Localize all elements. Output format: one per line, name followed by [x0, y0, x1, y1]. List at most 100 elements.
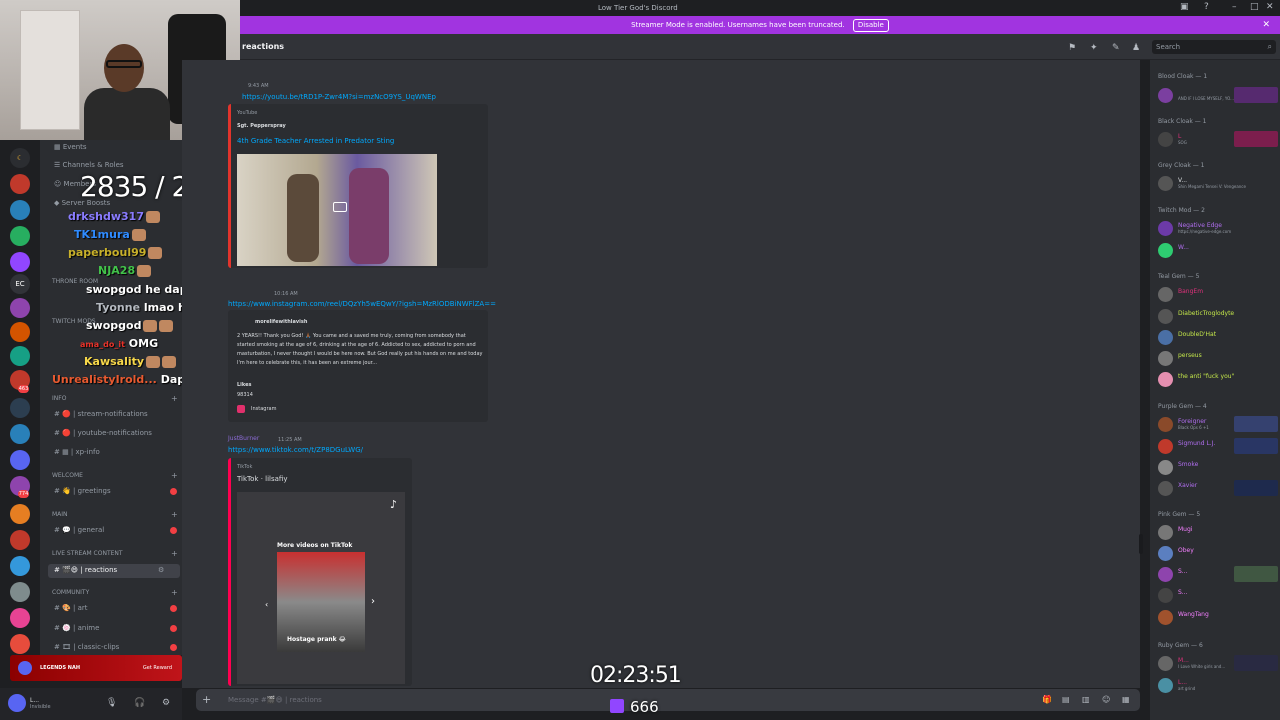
channel-reactions[interactable]: # 🎬😄 | reactions: [54, 566, 117, 574]
add-channel-icon[interactable]: +: [171, 471, 178, 480]
promo-banner[interactable]: LEGENDS NAH Get Reward: [10, 655, 182, 681]
message-link[interactable]: https://www.instagram.com/reel/DQzYh5wEQ…: [228, 300, 496, 308]
server-icon[interactable]: [10, 346, 30, 366]
server-icon[interactable]: [10, 398, 30, 418]
inbox-icon[interactable]: ▣: [1180, 2, 1189, 12]
channel-greetings[interactable]: # 👋 | greetings: [54, 487, 111, 495]
member-row[interactable]: Foreigner Black Ops 6 +1: [1154, 414, 1278, 434]
server-icon[interactable]: EC: [10, 274, 30, 294]
member-row[interactable]: M... I Love White girls and...: [1154, 653, 1278, 673]
add-channel-icon[interactable]: +: [171, 510, 178, 519]
add-channel-icon[interactable]: +: [171, 549, 178, 558]
play-icon[interactable]: [333, 202, 347, 212]
microphone-icon[interactable]: 🎙: [106, 698, 117, 708]
server-icon[interactable]: [10, 226, 30, 246]
disable-streamer-mode-button[interactable]: Disable: [852, 19, 889, 32]
server-icon[interactable]: [10, 556, 30, 576]
server-icon[interactable]: [10, 298, 30, 318]
server-icon[interactable]: [10, 252, 30, 272]
category-info[interactable]: INFO: [52, 395, 66, 402]
member-row[interactable]: L SOG: [1154, 129, 1278, 149]
notification-icon[interactable]: ✦: [1090, 43, 1098, 53]
get-reward-button[interactable]: Get Reward: [143, 665, 172, 671]
member-row[interactable]: AND IF I LOSE MYSELF, YO...: [1154, 85, 1278, 105]
add-channel-icon[interactable]: +: [171, 588, 178, 597]
server-icon[interactable]: ☾: [10, 148, 30, 168]
message-link[interactable]: https://youtu.be/tRD1P-Zwr4M?si=mzNcO9YS…: [242, 93, 436, 101]
embed-author[interactable]: morelifewithlavish: [255, 319, 307, 325]
close-window-icon[interactable]: ✕: [1266, 2, 1274, 12]
add-attachment-icon[interactable]: +: [202, 693, 211, 706]
search-input[interactable]: Search ⌕: [1152, 40, 1276, 54]
member-row[interactable]: Negative Edge https://negative-edge.com: [1154, 218, 1278, 238]
member-row[interactable]: Xavier: [1154, 478, 1278, 498]
threads-icon[interactable]: ⚑: [1068, 43, 1076, 53]
channel-anime[interactable]: # 🍥 | anime: [54, 624, 99, 632]
pin-icon[interactable]: ✎: [1112, 43, 1120, 53]
message-composer[interactable]: + Message #🎬😄 | reactions 🎁 ▤ ▥ ☺ ▦: [196, 689, 1140, 711]
member-row[interactable]: BangEm: [1154, 284, 1278, 304]
channel-classic-clips[interactable]: # 🎞 | classic-clips: [54, 643, 119, 651]
server-icon[interactable]: [10, 608, 30, 628]
server-icon[interactable]: [10, 200, 30, 220]
settings-gear-icon[interactable]: ⚙: [162, 698, 170, 708]
member-row[interactable]: WangTang: [1154, 607, 1278, 627]
embed-title[interactable]: 4th Grade Teacher Arrested in Predator S…: [237, 137, 394, 145]
category-live-stream-content[interactable]: LIVE STREAM CONTENT: [52, 550, 123, 557]
server-icon[interactable]: [10, 504, 30, 524]
member-row[interactable]: S...: [1154, 564, 1278, 584]
channel-general[interactable]: # 💬 | general: [54, 526, 104, 534]
member-row[interactable]: W...: [1154, 240, 1278, 260]
server-icon[interactable]: [10, 322, 30, 342]
channel-stream-notifications[interactable]: # 🔴 | stream-notifications: [54, 410, 148, 418]
minimize-icon[interactable]: –: [1232, 2, 1237, 12]
help-icon[interactable]: ?: [1204, 2, 1209, 12]
maximize-icon[interactable]: □: [1250, 2, 1259, 12]
video-thumbnail[interactable]: [237, 154, 437, 266]
member-row[interactable]: S...: [1154, 585, 1278, 605]
server-icon[interactable]: [10, 634, 30, 654]
category-community[interactable]: COMMUNITY: [52, 589, 89, 596]
chat-scrollbar[interactable]: [1139, 534, 1143, 554]
channel-settings-icon[interactable]: ⚙: [158, 566, 164, 574]
member-list-icon[interactable]: ♟: [1132, 43, 1140, 53]
member-row[interactable]: Mugi: [1154, 522, 1278, 542]
emoji-icon[interactable]: ☺: [1102, 695, 1110, 704]
gift-icon[interactable]: 🎁: [1042, 695, 1052, 704]
gif-icon[interactable]: ▤: [1062, 695, 1070, 704]
server-icon[interactable]: [10, 450, 30, 470]
previous-arrow-icon[interactable]: ‹: [265, 600, 268, 609]
server-icon[interactable]: [10, 424, 30, 444]
category-welcome[interactable]: WELCOME: [52, 472, 83, 479]
server-icon[interactable]: [10, 582, 30, 602]
member-row[interactable]: DiabeticTroglodyte: [1154, 306, 1278, 326]
channel-xp-info[interactable]: # ▦ | xp-info: [54, 448, 100, 456]
sidebar-item-channels-roles[interactable]: ☰ Channels & Roles: [54, 161, 124, 169]
server-icon[interactable]: [10, 530, 30, 550]
channel-youtube-notifications[interactable]: # 🔴 | youtube-notifications: [54, 429, 152, 437]
message-link[interactable]: https://www.tiktok.com/t/ZP8DGuLWG/: [228, 446, 363, 454]
video-thumbnail[interactable]: More videos on TikTok ♪ ‹ › Hostage pran…: [237, 492, 405, 684]
headphones-icon[interactable]: 🎧: [134, 698, 145, 708]
message-author[interactable]: JustBurner: [228, 435, 259, 442]
channel-art[interactable]: # 🎨 | art: [54, 604, 88, 612]
member-row[interactable]: V... Shin Megami Tensei V: Vengeance: [1154, 173, 1278, 193]
message-input[interactable]: Message #🎬😄 | reactions: [228, 696, 322, 704]
embed-author[interactable]: Sgt. Pepperspray: [237, 123, 286, 129]
close-banner-icon[interactable]: ✕: [1262, 16, 1270, 34]
member-row[interactable]: Sigmund L.J.: [1154, 436, 1278, 456]
member-row[interactable]: perseus: [1154, 348, 1278, 368]
avatar[interactable]: [8, 694, 26, 712]
embed-title[interactable]: TikTok · lilsafiy: [237, 475, 287, 483]
member-row[interactable]: L... art grind: [1154, 675, 1278, 695]
next-arrow-icon[interactable]: ›: [371, 596, 375, 607]
server-icon[interactable]: [10, 174, 30, 194]
apps-icon[interactable]: ▦: [1122, 695, 1130, 704]
sidebar-item-events[interactable]: ▦ Events: [54, 143, 87, 151]
sticker-icon[interactable]: ▥: [1082, 695, 1090, 704]
add-channel-icon[interactable]: +: [171, 394, 178, 403]
category-main[interactable]: MAIN: [52, 511, 68, 518]
member-row[interactable]: DoubleD'Hat: [1154, 327, 1278, 347]
member-row[interactable]: Obey: [1154, 543, 1278, 563]
member-row[interactable]: the anti "fuck you": [1154, 369, 1278, 389]
